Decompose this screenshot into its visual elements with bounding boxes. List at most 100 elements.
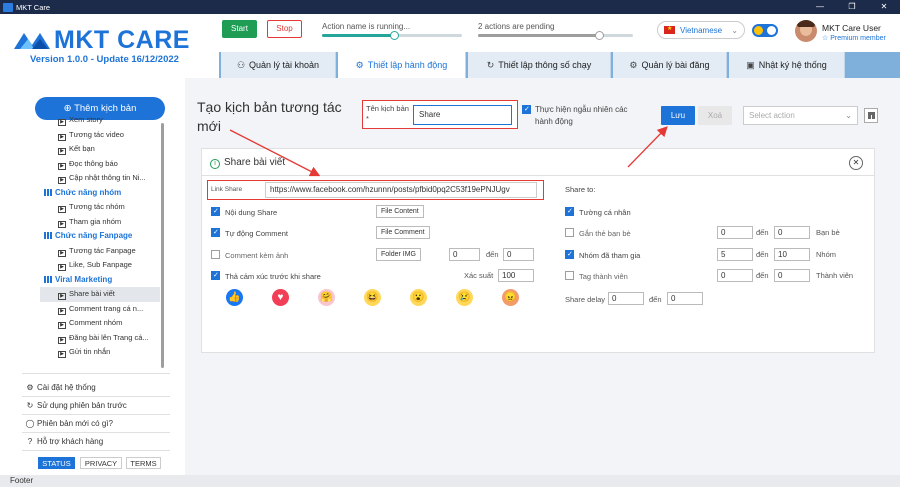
tree-group[interactable]: Chức năng Fanpage xyxy=(40,229,160,244)
random-actions-option[interactable]: Thực hiện ngẫu nhiên các hành động xyxy=(522,104,642,128)
tab-system-log[interactable]: ▣ Nhật ký hệ thống xyxy=(729,52,845,78)
file-comment-button[interactable]: File Comment xyxy=(376,226,430,239)
sidebar-link-settings[interactable]: ⚙ Cài đặt hệ thống xyxy=(25,383,95,392)
checkbox-icon[interactable] xyxy=(565,250,574,259)
comment-image-option[interactable]: Comment kèm ảnh xyxy=(211,250,288,260)
checkbox-icon[interactable] xyxy=(211,250,220,259)
terms-button[interactable]: TERMS xyxy=(126,457,161,469)
sidebar-link-whats-new[interactable]: ◯ Phiên bản mới có gì? xyxy=(25,419,113,428)
share-wall-option[interactable]: Tường cá nhân xyxy=(565,207,631,217)
members-from[interactable]: 0 xyxy=(717,269,753,282)
status-button[interactable]: STATUS xyxy=(38,457,75,469)
file-content-button[interactable]: File Content xyxy=(376,205,424,218)
image-count-from[interactable]: 0 xyxy=(449,248,480,261)
minimize-icon[interactable]: — xyxy=(804,0,836,14)
sidebar-link-previous-version[interactable]: ↻ Sử dụng phiên bản trước xyxy=(25,401,127,410)
stop-button[interactable]: Stop xyxy=(267,20,302,38)
select-action-dropdown[interactable]: Select action ⌄ xyxy=(743,106,858,125)
panel-divider xyxy=(201,175,875,176)
image-count-to[interactable]: 0 xyxy=(503,248,534,261)
save-button[interactable]: Lưu xyxy=(661,106,695,125)
sidebar-link-support[interactable]: ? Hỗ trợ khách hàng xyxy=(25,437,103,446)
joined-groups-option[interactable]: Nhóm đã tham gia xyxy=(565,250,640,260)
tree-item[interactable]: ▶ Tham gia nhóm xyxy=(40,215,160,230)
like-reaction-icon[interactable]: 👍 xyxy=(226,289,243,306)
checkbox-icon[interactable] xyxy=(565,207,574,216)
tree-item[interactable]: ▶ Like, Sub Fanpage xyxy=(40,258,160,273)
react-before-share-option[interactable]: Thả cảm xúc trước khi share xyxy=(211,271,321,281)
groups-unit: Nhóm xyxy=(816,250,837,259)
running-status: Action name is running... xyxy=(322,22,411,31)
tree-item[interactable]: ▶ Tương tác video xyxy=(40,128,160,143)
angry-reaction-icon[interactable]: 😠 xyxy=(502,289,519,306)
tree-item-label: Tương tác nhóm xyxy=(69,202,125,211)
tree-item[interactable]: ▶ Đăng bài lên Trang cá... xyxy=(40,331,160,346)
checkbox-icon[interactable] xyxy=(211,207,220,216)
tree-item[interactable]: ▶ Đọc thông báo xyxy=(40,157,160,172)
sidebar-scrollbar[interactable] xyxy=(161,123,164,368)
probability-input[interactable]: 100 xyxy=(498,269,534,282)
tag-members-option[interactable]: Tag thành viên xyxy=(565,271,628,281)
tree-item[interactable]: ▶ Gửi tin nhắn xyxy=(40,345,160,360)
tree-group[interactable]: Viral Marketing xyxy=(40,273,160,288)
tab-action-setup[interactable]: ⚙ Thiết lập hành động xyxy=(338,52,466,78)
tree-item[interactable]: ▶ Tương tác Fanpage xyxy=(40,244,160,259)
checkbox-icon[interactable] xyxy=(211,271,220,280)
grid-view-icon[interactable] xyxy=(864,108,878,123)
checkbox-icon[interactable] xyxy=(522,105,531,114)
chat-icon: ◯ xyxy=(25,419,35,428)
folder-img-button[interactable]: Folder IMG xyxy=(376,248,422,261)
members-unit: Thành viên xyxy=(816,271,854,280)
link-share-input[interactable]: https://www.facebook.com/hzunnn/posts/pf… xyxy=(265,182,537,198)
users-icon: ⚇ xyxy=(236,60,246,70)
play-icon: ▶ xyxy=(58,119,66,126)
maximize-icon[interactable]: ❐ xyxy=(836,0,868,14)
tab-account-management[interactable]: ⚇ Quản lý tài khoản xyxy=(221,52,336,78)
play-icon: ▶ xyxy=(58,220,66,228)
privacy-button[interactable]: PRIVACY xyxy=(80,457,122,469)
haha-reaction-icon[interactable]: 😆 xyxy=(364,289,381,306)
language-value: Vietnamese xyxy=(680,25,723,35)
share-content-option[interactable]: Nội dung Share xyxy=(211,207,277,217)
window-title: MKT Care xyxy=(16,2,51,12)
tree-item[interactable]: ▶ Share bài viết xyxy=(40,287,160,302)
close-icon[interactable]: ✕ xyxy=(849,156,863,170)
tree-item[interactable]: ▶ Tương tác nhóm xyxy=(40,200,160,215)
delete-button[interactable]: Xoá xyxy=(698,106,732,125)
tag-friends-to[interactable]: 0 xyxy=(774,226,810,239)
sidebar-divider xyxy=(22,396,170,397)
checkbox-icon[interactable] xyxy=(565,228,574,237)
tab-post-management[interactable]: ⚙ Quản lý bài đăng xyxy=(613,52,727,78)
tag-friends-from[interactable]: 0 xyxy=(717,226,753,239)
checkbox-icon[interactable] xyxy=(211,228,220,237)
tree-group[interactable]: Chức năng nhóm xyxy=(40,186,160,201)
play-icon: ▶ xyxy=(58,133,66,141)
share-delay-to[interactable]: 0 xyxy=(667,292,703,305)
theme-toggle[interactable] xyxy=(752,24,778,37)
auto-comment-option[interactable]: Tự động Comment xyxy=(211,228,288,238)
script-name-input[interactable]: Share xyxy=(413,105,512,125)
groups-from[interactable]: 5 xyxy=(717,248,753,261)
wow-reaction-icon[interactable]: 😮 xyxy=(410,289,427,306)
sad-reaction-icon[interactable]: 😢 xyxy=(456,289,473,306)
language-select[interactable]: Vietnamese ⌄ xyxy=(657,21,745,39)
share-delay-from[interactable]: 0 xyxy=(608,292,644,305)
love-reaction-icon[interactable]: ♥ xyxy=(272,289,289,306)
checkbox-icon[interactable] xyxy=(565,271,574,280)
start-button[interactable]: Start xyxy=(222,20,257,38)
gear-icon: ⚙ xyxy=(26,383,34,392)
avatar[interactable] xyxy=(795,20,817,42)
gear-icon: ⚙ xyxy=(629,60,638,70)
close-window-icon[interactable]: ✕ xyxy=(868,0,900,14)
tab-run-parameters[interactable]: ↻ Thiết lập thông số chạy xyxy=(468,52,611,78)
tree-item[interactable]: ▶ Xem story xyxy=(40,113,160,128)
groups-to[interactable]: 10 xyxy=(774,248,810,261)
tree-item[interactable]: ▶ Kết bạn xyxy=(40,142,160,157)
tree-item[interactable]: ▶ Cập nhật thông tin Ni... xyxy=(40,171,160,186)
care-reaction-icon[interactable]: 🤗 xyxy=(318,289,335,306)
tree-item-label: Comment trang cá n... xyxy=(69,303,144,313)
tag-friends-option[interactable]: Gắn thẻ bạn bè xyxy=(565,228,631,238)
members-to[interactable]: 0 xyxy=(774,269,810,282)
tree-item[interactable]: ▶ Comment nhóm xyxy=(40,316,160,331)
tree-item[interactable]: ▶ Comment trang cá n... xyxy=(40,302,160,317)
